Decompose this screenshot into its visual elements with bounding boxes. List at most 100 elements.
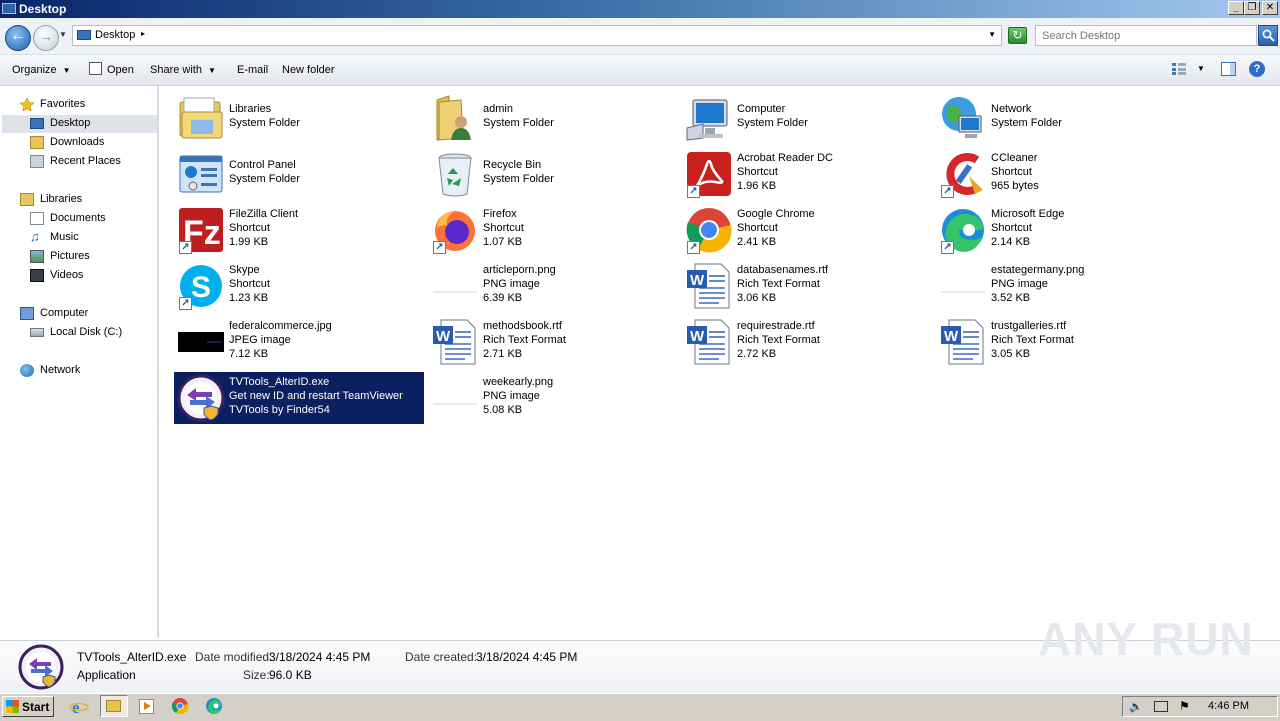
network-status-icon[interactable] <box>1154 701 1168 712</box>
breadcrumb-chevron-icon[interactable]: ▸ <box>141 29 145 38</box>
breadcrumb-desktop[interactable]: Desktop <box>95 29 135 41</box>
details-modified-label: Date modified: <box>195 650 273 664</box>
edge-icon[interactable] <box>205 697 225 716</box>
nav-network[interactable]: Network <box>20 362 150 380</box>
desktop-item[interactable]: ↗ Microsoft Edge Shortcut 2.14 KB <box>936 204 1186 256</box>
details-created-value: 3/18/2024 4:45 PM <box>476 650 578 664</box>
rtf-file-icon: W <box>939 318 987 366</box>
desktop-item[interactable]: S ↗ Skype Shortcut 1.23 KB <box>174 260 424 312</box>
recent-pages-dropdown-icon[interactable]: ▼ <box>59 30 67 39</box>
desktop-icon <box>30 118 44 129</box>
item-name: admin <box>483 103 513 115</box>
desktop-item[interactable]: ↗ Firefox Shortcut 1.07 KB <box>428 204 678 256</box>
nav-downloads[interactable]: Downloads <box>30 134 150 152</box>
change-view-icon[interactable] <box>1172 63 1186 75</box>
open-button[interactable]: Open <box>107 64 134 76</box>
desktop-icon <box>77 30 91 40</box>
desktop-item[interactable]: Fz ↗ FileZilla Client Shortcut 1.99 KB <box>174 204 424 256</box>
firefox-icon: ↗ <box>431 206 479 254</box>
start-button[interactable]: Start <box>2 696 54 717</box>
item-type: Shortcut <box>991 166 1032 178</box>
desktop-item[interactable]: Computer System Folder <box>682 92 932 144</box>
nav-pictures[interactable]: Pictures <box>30 248 150 266</box>
desktop-item[interactable]: articleporn.png PNG image 6.39 KB <box>428 260 678 312</box>
nav-music[interactable]: ♫ Music <box>30 229 150 247</box>
search-box[interactable] <box>1035 25 1257 46</box>
desktop-item[interactable]: Wtrustgalleries.rtf Rich Text Format 3.05 … <box>936 316 1186 368</box>
forward-button[interactable] <box>33 25 59 51</box>
view-options-dropdown-icon[interactable]: ▼ <box>1197 64 1205 73</box>
media-player-icon[interactable] <box>137 697 157 716</box>
address-dropdown-icon[interactable]: ▼ <box>988 30 996 39</box>
item-type: PNG image <box>991 278 1048 290</box>
folder-icon <box>106 700 121 712</box>
hard-drive-icon <box>30 328 44 337</box>
item-name: Skype <box>229 264 260 276</box>
nav-libraries[interactable]: Libraries <box>20 191 150 209</box>
share-with-button[interactable]: Share with ▼ <box>150 64 216 76</box>
nav-desktop[interactable]: Desktop <box>2 115 157 133</box>
item-size: 2.71 KB <box>483 348 523 360</box>
item-type: System Folder <box>737 117 808 129</box>
desktop-item[interactable]: TVTools_AlterID.exe Get new ID and restar… <box>174 372 424 424</box>
desktop-item[interactable]: Network System Folder <box>936 92 1186 144</box>
refresh-button[interactable]: ↻ <box>1008 27 1027 44</box>
computer-icon <box>685 94 733 142</box>
desktop-item[interactable]: weekearly.png PNG image 5.08 KB <box>428 372 678 424</box>
address-row: ▼ Desktop ▸ ▼ ↻ <box>0 18 1280 55</box>
star-icon <box>19 97 35 112</box>
internet-explorer-icon[interactable]: e <box>69 697 89 717</box>
desktop-item[interactable]: Wdatabasenames.rtf Rich Text Format 3.06 K… <box>682 260 932 312</box>
nav-local-disk[interactable]: Local Disk (C:) <box>30 324 150 342</box>
item-size: 1.07 KB <box>483 236 523 248</box>
nav-computer[interactable]: Computer <box>20 305 150 323</box>
help-icon[interactable]: ? <box>1249 61 1265 77</box>
nav-favorites[interactable]: Favorites <box>19 96 150 114</box>
preview-pane-icon[interactable] <box>1221 62 1236 76</box>
rtf-file-icon: W <box>685 318 733 366</box>
volume-icon[interactable]: 🔈 <box>1129 700 1143 713</box>
chrome-icon[interactable] <box>171 697 191 716</box>
close-button[interactable]: ✕ <box>1262 1 1278 15</box>
desktop-item[interactable]: estategermany.png PNG image 3.52 KB <box>936 260 1186 312</box>
desktop-item[interactable]: Libraries System Folder <box>174 92 424 144</box>
explorer-taskbar-button[interactable] <box>100 695 128 717</box>
recycle-bin-icon <box>431 150 479 198</box>
search-input[interactable] <box>1040 29 1244 43</box>
email-button[interactable]: E-mail <box>237 64 268 76</box>
desktop-item[interactable]: ↗ Google Chrome Shortcut 2.41 KB <box>682 204 932 256</box>
desktop-item[interactable]: Recycle Bin System Folder <box>428 148 678 200</box>
nav-documents[interactable]: Documents <box>30 210 150 228</box>
item-name: estategermany.png <box>991 264 1085 276</box>
item-size: TVTools by Finder54 <box>229 404 330 416</box>
new-folder-button[interactable]: New folder <box>282 64 335 76</box>
desktop-item[interactable]: Wrequirestrade.rtf Rich Text Format 2.72 K… <box>682 316 932 368</box>
item-type: Rich Text Format <box>483 334 566 346</box>
organize-button[interactable]: Organize ▼ <box>12 64 71 76</box>
minimize-button[interactable]: _ <box>1228 1 1244 15</box>
nav-videos[interactable]: Videos <box>30 267 150 285</box>
back-button[interactable] <box>5 25 31 51</box>
desktop-item[interactable]: Control Panel System Folder <box>174 148 424 200</box>
details-modified-value: 3/18/2024 4:45 PM <box>269 650 371 664</box>
nav-recent-places[interactable]: Recent Places <box>30 153 150 171</box>
desktop-item[interactable]: federalcommerce.jpg JPEG image 7.12 KB <box>174 316 424 368</box>
network-icon <box>939 94 987 142</box>
desktop-item[interactable]: Wmethodsbook.rtf Rich Text Format 2.71 KB <box>428 316 678 368</box>
item-name: databasenames.rtf <box>737 264 829 276</box>
desktop-item[interactable]: ↗ Acrobat Reader DC Shortcut 1.96 KB <box>682 148 932 200</box>
address-bar[interactable]: Desktop ▸ ▼ <box>72 25 1002 46</box>
nav-label: Videos <box>50 269 84 281</box>
desktop-item[interactable]: admin System Folder <box>428 92 678 144</box>
restore-button[interactable]: ❐ <box>1244 1 1260 15</box>
edge-icon: ↗ <box>939 206 987 254</box>
action-center-flag-icon[interactable]: ⚑ <box>1179 699 1190 713</box>
desktop-item[interactable]: ↗ CCleaner Shortcut 965 bytes <box>936 148 1186 200</box>
item-size: 1.23 KB <box>229 292 269 304</box>
svg-text:W: W <box>436 328 451 345</box>
item-type: JPEG image <box>229 334 291 346</box>
item-type: System Folder <box>229 173 300 185</box>
search-button[interactable] <box>1258 25 1278 46</box>
title-bar[interactable]: Desktop _ ❐ ✕ <box>0 0 1280 18</box>
clock[interactable]: 4:46 PM <box>1208 700 1249 712</box>
